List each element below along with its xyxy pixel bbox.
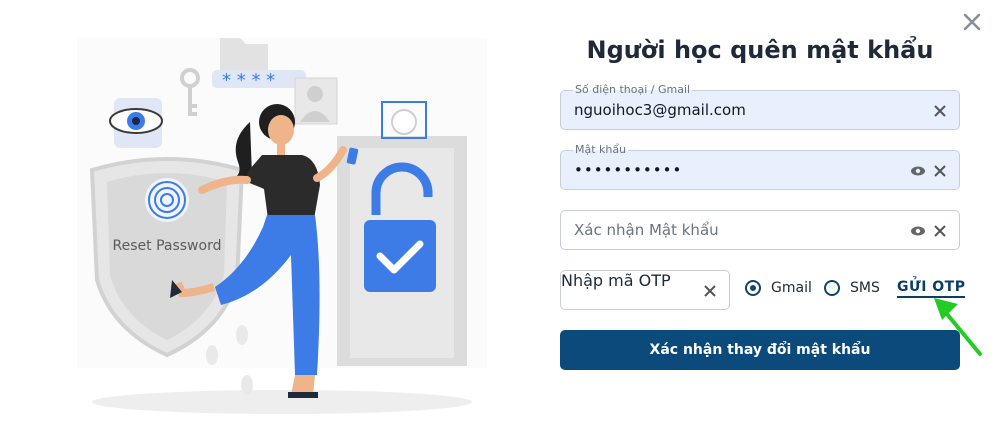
close-icon[interactable] — [961, 11, 983, 33]
confirm-password-field[interactable]: Xác nhận Mật khẩu — [560, 210, 960, 250]
password-field[interactable]: Mật khẩu ••••••••••• — [560, 143, 960, 190]
confirm-password-placeholder: Xác nhận Mật khẩu — [574, 221, 719, 239]
reset-password-illustration: * * * * Reset Password — [77, 38, 487, 414]
radio-gmail-indicator[interactable] — [745, 280, 761, 296]
account-field-value[interactable]: nguoihoc3@gmail.com — [574, 101, 746, 119]
radio-sms-label: SMS — [850, 280, 880, 296]
svg-text:* * * *: * * * * — [222, 70, 275, 91]
annotation-arrow-icon — [934, 298, 982, 356]
eye-icon[interactable] — [910, 163, 926, 179]
otp-placeholder: Nhập mã OTP — [561, 271, 671, 290]
shield-text: Reset Password — [113, 238, 222, 254]
clear-icon[interactable] — [932, 103, 948, 119]
clear-icon[interactable] — [702, 283, 718, 299]
submit-button[interactable]: Xác nhận thay đổi mật khẩu — [560, 330, 960, 370]
otp-field[interactable]: Nhập mã OTP — [560, 270, 730, 310]
password-field-label: Mật khẩu — [573, 143, 629, 156]
eye-icon[interactable] — [910, 223, 926, 239]
clear-icon[interactable] — [932, 163, 948, 179]
page-title: Người học quên mật khẩu — [586, 36, 934, 64]
account-field-label: Số điện thoại / Gmail — [573, 83, 693, 96]
radio-gmail-label: Gmail — [771, 280, 812, 296]
account-field[interactable]: Số điện thoại / Gmail nguoihoc3@gmail.co… — [560, 83, 960, 130]
clear-icon[interactable] — [932, 223, 948, 239]
radio-sms[interactable]: SMS — [824, 280, 880, 296]
radio-gmail[interactable]: Gmail — [745, 280, 812, 296]
radio-sms-indicator[interactable] — [824, 280, 840, 296]
password-field-value[interactable]: ••••••••••• — [574, 161, 682, 179]
